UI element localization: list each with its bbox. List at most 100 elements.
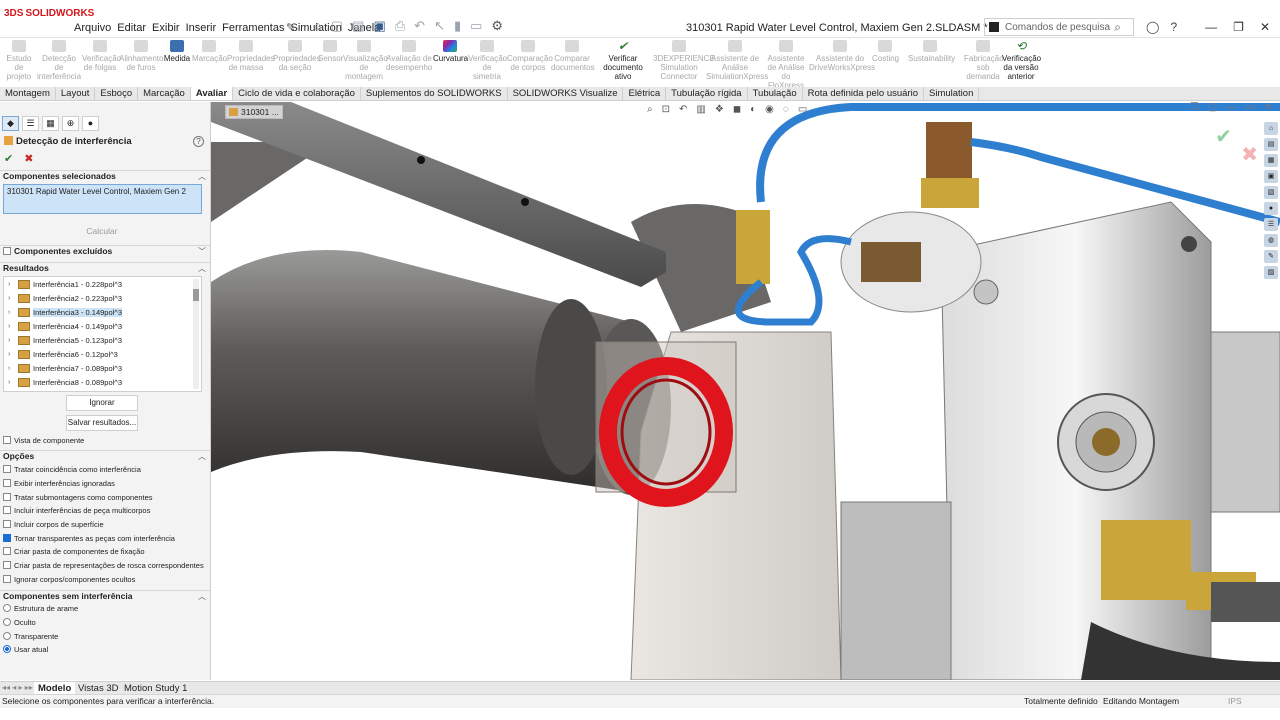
save-results-button[interactable]: Salvar resultados...: [66, 415, 138, 431]
list-item[interactable]: › Interferência1 - 0.228pol^3: [8, 280, 122, 289]
option-row[interactable]: Criar pasta de representações de rosca c…: [3, 561, 204, 570]
rb-mass-properties[interactable]: Propriedades de massa: [227, 40, 275, 72]
option-row[interactable]: Tratar submontagens como componentes: [3, 493, 153, 502]
radio-button[interactable]: [3, 632, 11, 640]
list-item[interactable]: › Interferência6 - 0.12pol^3: [8, 350, 118, 359]
list-item[interactable]: › Interferência5 - 0.123pol^3: [8, 336, 122, 345]
display-mode-row[interactable]: Usar atual: [3, 645, 48, 654]
viewport-restore-icon[interactable]: ❐: [1190, 102, 1199, 113]
selected-components-list[interactable]: 310301 Rapid Water Level Control, Maxiem…: [3, 184, 202, 214]
menu-exibir[interactable]: Exibir: [152, 22, 180, 34]
option-checkbox[interactable]: [3, 547, 11, 555]
option-row[interactable]: Exibir interferências ignoradas: [3, 479, 115, 488]
viewport-tile-icon[interactable]: ▢: [1208, 102, 1217, 113]
edit-appearance-icon[interactable]: ◉: [765, 104, 774, 115]
custom-props-icon[interactable]: ▨: [1264, 266, 1278, 279]
user-icon[interactable]: ◯: [1146, 20, 1159, 34]
rb-simulationxpress[interactable]: Assistente de Análise SimulationXpress: [706, 40, 768, 81]
tab-rota-usuario[interactable]: Rota definida pelo usuário: [803, 87, 924, 100]
new-icon[interactable]: ▢: [331, 18, 343, 34]
display-mode-row[interactable]: Transparente: [3, 632, 58, 641]
component-view-checkbox[interactable]: [3, 436, 11, 444]
section-view-icon[interactable]: ▥: [696, 104, 705, 115]
option-checkbox[interactable]: [3, 520, 11, 528]
option-checkbox[interactable]: [3, 465, 11, 473]
display-style-icon[interactable]: ◼: [733, 104, 741, 115]
radio-button[interactable]: [3, 618, 11, 626]
tab-marcacao[interactable]: Marcação: [138, 87, 191, 100]
rb-check-active-document[interactable]: ✔ Verificar documento ativo: [594, 40, 652, 81]
previous-view-icon[interactable]: ↶: [679, 104, 687, 115]
dimxpert-tab-icon[interactable]: ⊕: [62, 116, 79, 131]
option-row[interactable]: Incluir corpos de superfície: [3, 520, 104, 529]
save-icon[interactable]: ▣: [373, 18, 385, 34]
tab-nav-arrows-icon[interactable]: ◂◂ ◂ ▸ ▸▸: [2, 683, 33, 692]
rb-compare-documents[interactable]: Comparar documentos: [551, 40, 595, 72]
option-row[interactable]: Tratar coincidência como interferência: [3, 465, 141, 474]
section-options[interactable]: Opções ︿: [0, 450, 211, 463]
radio-button-selected[interactable]: [3, 645, 11, 653]
list-item[interactable]: › Interferência4 - 0.149pol^3: [8, 322, 122, 331]
rb-symmetry-check[interactable]: Verificação de simetria: [468, 40, 507, 81]
chevron-up-icon[interactable]: ︿: [198, 591, 206, 602]
rb-performance-evaluation[interactable]: Avaliação de desempenho: [386, 40, 432, 72]
chevron-down-icon[interactable]: ﹀: [198, 246, 206, 257]
chevron-up-icon[interactable]: ︿: [198, 451, 206, 462]
tab-suplementos[interactable]: Suplementos do SOLIDWORKS: [361, 87, 508, 100]
component-view-option[interactable]: Vista de componente: [3, 436, 84, 445]
graphics-viewport[interactable]: 310301 ... ⌕ ⊡ ↶ ▥ ❖ ◼ ◐ ◉ ◌ ▭ ❐ ▢ — ▭ ✕…: [211, 102, 1280, 680]
viewport-close-icon[interactable]: ✕: [1264, 102, 1272, 113]
print-icon[interactable]: ⎙: [395, 18, 405, 34]
menu-editar[interactable]: Editar: [117, 22, 146, 34]
help-icon[interactable]: ?: [1170, 20, 1177, 34]
select-icon[interactable]: ↖: [434, 18, 445, 34]
rb-sustainability[interactable]: Sustainability: [908, 40, 955, 63]
notes-icon[interactable]: ✎: [1264, 250, 1278, 263]
option-row[interactable]: Criar pasta de componentes de fixação: [3, 547, 145, 556]
search-icon[interactable]: ⌕: [1114, 20, 1121, 35]
viewport-maximize-icon[interactable]: ▭: [1245, 102, 1254, 113]
feature-tree-tab-icon[interactable]: ◆: [2, 116, 19, 131]
list-item-selected[interactable]: › Interferência3 - 0.149pol^3: [8, 308, 122, 317]
configuration-tab-icon[interactable]: ▦: [42, 116, 59, 131]
list-item[interactable]: › Interferência7 - 0.089pol^3: [8, 364, 122, 373]
results-scrollbar[interactable]: [193, 279, 199, 389]
tab-tubulacao-rigida[interactable]: Tubulação rígida: [666, 87, 748, 100]
rb-floxpress[interactable]: Assistente de Análise do FloXpress: [764, 40, 808, 90]
status-units[interactable]: IPS: [1228, 696, 1242, 706]
hide-show-icon[interactable]: ◐: [750, 104, 756, 115]
pin-menu-icon[interactable]: ✎: [286, 21, 295, 34]
cancel-x-icon[interactable]: ✖: [24, 153, 33, 165]
brass-fitting[interactable]: [736, 210, 770, 284]
brass-tee-fitting[interactable]: [1101, 520, 1191, 600]
rebuild-icon[interactable]: ▮: [454, 18, 461, 34]
expand-icon[interactable]: ›: [8, 351, 14, 358]
property-manager-tab-icon[interactable]: ☰: [22, 116, 39, 131]
rb-hole-alignment[interactable]: Alinhamento de furos: [119, 40, 163, 72]
option-checkbox[interactable]: [3, 506, 11, 514]
tab-avaliar[interactable]: Avaliar: [190, 87, 234, 100]
rb-compare-bodies[interactable]: Comparação de corpos: [507, 40, 553, 72]
calculate-button[interactable]: Calcular: [66, 226, 138, 240]
home-icon[interactable]: ⌂: [1264, 122, 1278, 135]
expand-icon[interactable]: ›: [8, 281, 14, 288]
rb-clearance-check[interactable]: Verificação de folgas: [82, 40, 121, 72]
restore-icon[interactable]: ❐: [1233, 20, 1244, 34]
tab-eletrica[interactable]: Elétrica: [623, 87, 667, 100]
section-selected-components[interactable]: Componentes selecionados ︿: [0, 170, 211, 183]
tab-layout[interactable]: Layout: [56, 87, 96, 100]
breadcrumb[interactable]: 310301 ...: [225, 105, 283, 119]
confirmation-ok-icon[interactable]: ✔: [1215, 124, 1232, 149]
tab-tubulacao[interactable]: Tubulação: [748, 87, 803, 100]
search-palette-icon[interactable]: ▧: [1264, 186, 1278, 199]
menu-arquivo[interactable]: Arquivo: [74, 22, 111, 34]
minimize-icon[interactable]: —: [1205, 20, 1217, 34]
design-library-icon[interactable]: ▦: [1264, 154, 1278, 167]
expand-icon[interactable]: ›: [8, 323, 14, 330]
tab-visualize[interactable]: SOLIDWORKS Visualize: [508, 87, 624, 100]
rb-section-properties[interactable]: Propriedades da seção: [273, 40, 321, 72]
option-row[interactable]: Tornar transparentes as peças com interf…: [3, 534, 175, 543]
rb-sensor[interactable]: Sensor: [318, 40, 343, 63]
close-icon[interactable]: ✕: [1260, 20, 1270, 34]
rb-interference-detection[interactable]: Detecção de interferência: [37, 40, 81, 81]
